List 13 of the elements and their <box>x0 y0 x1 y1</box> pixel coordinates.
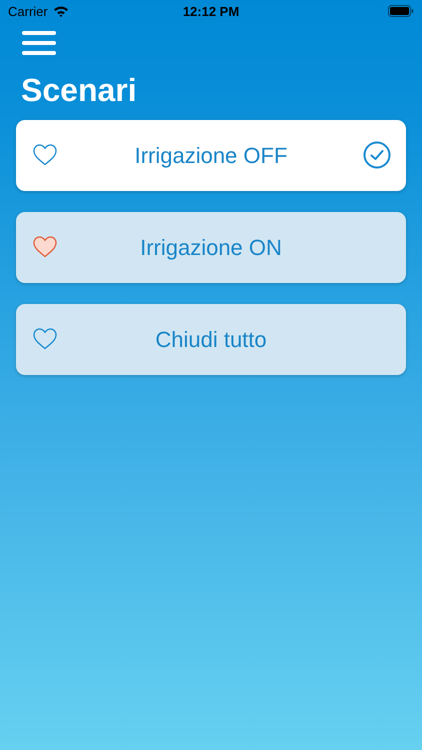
battery-icon <box>388 5 414 17</box>
wifi-icon <box>52 5 69 17</box>
menu-icon[interactable] <box>22 30 56 56</box>
scenario-card[interactable]: Chiudi tutto <box>16 304 406 375</box>
carrier-label: Carrier <box>8 4 48 18</box>
page-title: Scenari <box>21 71 138 110</box>
clock-time: 12:12 PM <box>182 4 240 18</box>
heart-icon[interactable] <box>33 144 57 166</box>
scenario-card[interactable]: Irrigazione OFF <box>16 120 406 191</box>
heart-icon[interactable] <box>33 328 57 350</box>
check-circle-icon <box>363 141 391 169</box>
scenario-card[interactable]: Irrigazione ON <box>16 212 406 283</box>
heart-icon[interactable] <box>33 236 57 258</box>
